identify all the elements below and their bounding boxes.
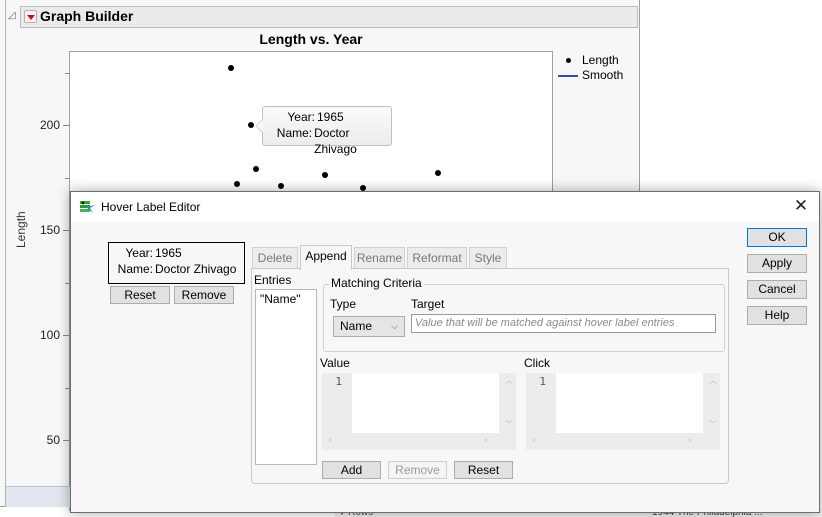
preview-reset-button[interactable]: Reset bbox=[110, 286, 170, 304]
remove-button[interactable]: Remove bbox=[388, 461, 447, 479]
y-tick-label: 150 bbox=[39, 223, 60, 237]
click-label: Click bbox=[524, 356, 550, 370]
chevron-down-icon: ⌵ bbox=[391, 321, 398, 331]
apply-button[interactable]: Apply bbox=[747, 254, 807, 273]
hover-label-editor-dialog: Hover Label Editor ✕ Year: 1965 Name: Do… bbox=[70, 191, 820, 513]
data-point[interactable] bbox=[277, 182, 284, 189]
preview-value: Doctor Zhivago bbox=[155, 262, 237, 276]
value-label: Value bbox=[320, 356, 350, 370]
tooltip-arrow bbox=[255, 119, 263, 133]
target-input[interactable]: Value that will be matched against hover… bbox=[411, 314, 716, 333]
entries-list-item[interactable]: "Name" bbox=[260, 292, 312, 306]
tooltip-key: Name: bbox=[276, 126, 313, 140]
preview-value: 1965 bbox=[155, 246, 182, 260]
y-tick-label: 200 bbox=[39, 118, 60, 132]
preview-row: Name: Doctor Zhivago bbox=[109, 261, 244, 277]
reset-button[interactable]: Reset bbox=[454, 461, 513, 479]
scroll-up-icon[interactable]: ︿ bbox=[709, 375, 717, 386]
legend-item-smooth[interactable]: Smooth bbox=[558, 68, 623, 83]
data-point[interactable] bbox=[228, 65, 235, 72]
hover-label-preview[interactable]: Year: 1965 Name: Doctor Zhivago bbox=[108, 242, 245, 284]
tab-reformat[interactable]: Reformat bbox=[407, 247, 467, 269]
preview-remove-button[interactable]: Remove bbox=[174, 286, 234, 304]
chart-title: Length vs. Year bbox=[259, 31, 363, 47]
scroll-down-icon[interactable]: ﹀ bbox=[505, 419, 513, 430]
entries-list[interactable]: "Name" bbox=[255, 289, 317, 465]
preview-key: Year: bbox=[125, 246, 153, 260]
preview-row: Year: 1965 bbox=[109, 245, 244, 261]
legend-label: Length bbox=[582, 53, 619, 67]
data-point[interactable] bbox=[322, 172, 329, 179]
close-icon[interactable]: ✕ bbox=[791, 196, 811, 216]
graph-builder-title: Graph Builder bbox=[40, 8, 134, 24]
line-number: 1 bbox=[335, 375, 342, 388]
tooltip-key: Year: bbox=[287, 110, 315, 124]
entries-label: Entries bbox=[254, 273, 292, 287]
dot-marker-icon bbox=[566, 58, 571, 63]
scroll-up-icon[interactable]: ︿ bbox=[505, 375, 513, 386]
dialog-title: Hover Label Editor bbox=[101, 200, 201, 214]
tab-append[interactable]: Append bbox=[300, 245, 352, 270]
cancel-button[interactable]: Cancel bbox=[747, 280, 807, 299]
collapse-triangle-icon[interactable]: ◿ bbox=[8, 10, 16, 22]
click-editor[interactable]: 1 ︿ ﹀ ‹ › bbox=[526, 373, 720, 450]
legend-label: Smooth bbox=[582, 68, 624, 82]
y-tick-label: 100 bbox=[39, 328, 60, 342]
chart-hover-tooltip: Year: 1965 Name: Doctor Zhivago bbox=[255, 106, 392, 156]
chart-legend: Length Smooth bbox=[558, 53, 623, 83]
value-editor[interactable]: 1 ︿ ﹀ ‹ › bbox=[322, 373, 516, 450]
legend-item-length[interactable]: Length bbox=[558, 53, 623, 68]
scroll-right-icon[interactable]: › bbox=[484, 435, 488, 446]
hover-label-editor-icon bbox=[80, 201, 95, 213]
tooltip-row: Name: Doctor Zhivago bbox=[263, 125, 391, 157]
click-editor-text[interactable] bbox=[556, 373, 703, 433]
tooltip-value: Doctor Zhivago bbox=[314, 126, 357, 156]
scroll-right-icon[interactable]: › bbox=[688, 435, 692, 446]
add-button[interactable]: Add bbox=[322, 461, 381, 479]
tab-style[interactable]: Style bbox=[469, 247, 507, 269]
target-label: Target bbox=[411, 297, 445, 311]
ok-button[interactable]: OK bbox=[747, 228, 807, 247]
red-triangle-menu-icon[interactable] bbox=[24, 10, 37, 23]
tooltip-value: 1965 bbox=[317, 110, 344, 124]
type-select[interactable]: Name ⌵ bbox=[333, 316, 405, 337]
line-marker-icon bbox=[558, 75, 578, 77]
y-tick-label: 50 bbox=[46, 433, 60, 447]
data-point[interactable] bbox=[253, 166, 260, 173]
data-point[interactable] bbox=[434, 170, 441, 177]
value-editor-text[interactable] bbox=[352, 373, 499, 433]
type-select-value: Name bbox=[340, 319, 373, 333]
matching-criteria-legend: Matching Criteria bbox=[329, 276, 424, 290]
window-edge bbox=[5, 0, 6, 507]
tab-delete[interactable]: Delete bbox=[252, 247, 298, 269]
type-label: Type bbox=[330, 297, 357, 311]
line-number: 1 bbox=[539, 375, 546, 388]
scroll-left-icon[interactable]: ‹ bbox=[328, 435, 332, 446]
scroll-left-icon[interactable]: ‹ bbox=[532, 435, 536, 446]
scroll-down-icon[interactable]: ﹀ bbox=[709, 419, 717, 430]
dialog-titlebar[interactable]: Hover Label Editor ✕ bbox=[71, 192, 819, 222]
tab-rename[interactable]: Rename bbox=[354, 247, 405, 269]
tooltip-row: Year: 1965 bbox=[263, 109, 391, 125]
preview-key: Name: bbox=[117, 262, 153, 276]
data-point-hovered[interactable] bbox=[247, 122, 254, 128]
help-button[interactable]: Help bbox=[747, 306, 807, 325]
data-point[interactable] bbox=[233, 180, 240, 187]
